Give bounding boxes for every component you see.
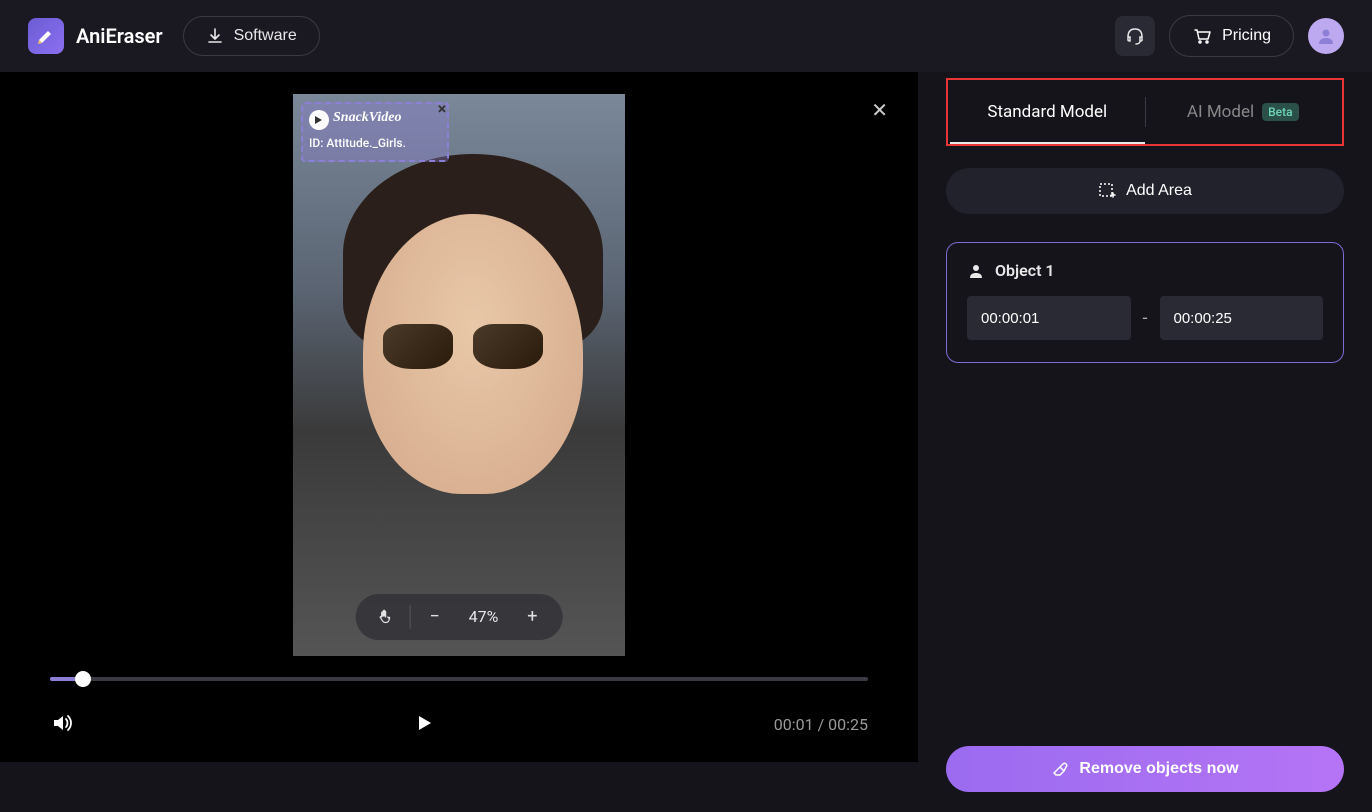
download-icon [206, 27, 224, 45]
time-end-wrap [1160, 296, 1324, 340]
divider [410, 605, 411, 629]
eraser-icon [1051, 760, 1069, 778]
pan-tool-button[interactable] [366, 600, 406, 634]
software-label: Software [234, 27, 297, 45]
user-avatar[interactable] [1308, 18, 1344, 54]
model-tabs-highlight: Standard Model AI Model Beta [946, 78, 1344, 146]
total-time: 00:25 [828, 715, 868, 734]
app-name: AniEraser [76, 24, 163, 48]
beta-badge: Beta [1262, 103, 1298, 121]
zoom-out-button[interactable]: − [415, 600, 455, 634]
add-area-button[interactable]: Add Area [946, 168, 1344, 214]
side-panel: Standard Model AI Model Beta Add Area Ob… [918, 72, 1372, 812]
tab-standard-model[interactable]: Standard Model [950, 80, 1145, 144]
close-video-button[interactable]: ✕ [871, 98, 888, 122]
video-content [383, 324, 563, 374]
header-right: Pricing [1115, 15, 1344, 57]
watermark-play-icon [309, 110, 329, 130]
video-canvas: ✕ SnackVideo ID: Attitude._Girls. × − [0, 72, 918, 663]
object-card: Object 1 - [946, 242, 1344, 363]
object-label: Object 1 [995, 261, 1055, 280]
current-time: 00:01 [774, 715, 814, 734]
time-start-wrap [967, 296, 1131, 340]
main-content: ✕ SnackVideo ID: Attitude._Girls. × − [0, 72, 1372, 812]
volume-icon [50, 711, 74, 735]
timeline-scrubber[interactable] [50, 677, 868, 681]
software-button[interactable]: Software [183, 16, 320, 56]
time-end-input[interactable] [1160, 296, 1324, 340]
volume-button[interactable] [50, 711, 74, 738]
pricing-button[interactable]: Pricing [1169, 15, 1294, 57]
time-sep: / [814, 715, 829, 734]
remove-objects-button[interactable]: Remove objects now [946, 746, 1344, 792]
zoom-value: 47% [459, 607, 509, 626]
time-start-input[interactable] [967, 296, 1131, 340]
zoom-toolbar: − 47% + [356, 594, 563, 640]
time-display: 00:01 / 00:25 [774, 715, 868, 734]
object-icon [967, 262, 985, 280]
play-icon [413, 712, 435, 734]
spacer [946, 363, 1344, 746]
object-header: Object 1 [967, 261, 1323, 280]
tab-ai-model[interactable]: AI Model Beta [1146, 80, 1341, 144]
support-button[interactable] [1115, 16, 1155, 56]
time-range-row: - [967, 296, 1323, 340]
timeline-row [0, 663, 918, 681]
model-tabs: Standard Model AI Model Beta [950, 80, 1340, 144]
watermark-close-icon[interactable]: × [433, 100, 451, 118]
hand-icon [377, 608, 395, 626]
tab-standard-label: Standard Model [987, 102, 1107, 122]
watermark-id: ID: Attitude._Girls. [309, 136, 406, 150]
pricing-label: Pricing [1222, 27, 1271, 45]
logo[interactable]: AniEraser [28, 18, 163, 54]
watermark-selection[interactable]: SnackVideo ID: Attitude._Girls. × [301, 102, 449, 162]
play-button[interactable] [413, 712, 435, 737]
app-header: AniEraser Software Pricing [0, 0, 1372, 72]
cart-icon [1192, 26, 1212, 46]
tab-ai-label: AI Model [1187, 102, 1254, 122]
add-area-icon [1098, 182, 1116, 200]
bottom-strip [0, 762, 918, 812]
remove-label: Remove objects now [1079, 760, 1238, 778]
headset-icon [1124, 25, 1146, 47]
zoom-in-button[interactable]: + [512, 600, 552, 634]
playback-controls: 00:01 / 00:25 [0, 681, 918, 762]
logo-icon [28, 18, 64, 54]
timeline-knob[interactable] [75, 671, 91, 687]
video-frame[interactable]: SnackVideo ID: Attitude._Girls. × − 47% … [293, 94, 625, 656]
header-left: AniEraser Software [28, 16, 320, 56]
add-area-label: Add Area [1126, 182, 1192, 200]
video-area: ✕ SnackVideo ID: Attitude._Girls. × − [0, 72, 918, 812]
watermark-brand: SnackVideo [333, 110, 401, 126]
time-range-dash: - [1143, 308, 1148, 329]
person-icon [1316, 26, 1336, 46]
